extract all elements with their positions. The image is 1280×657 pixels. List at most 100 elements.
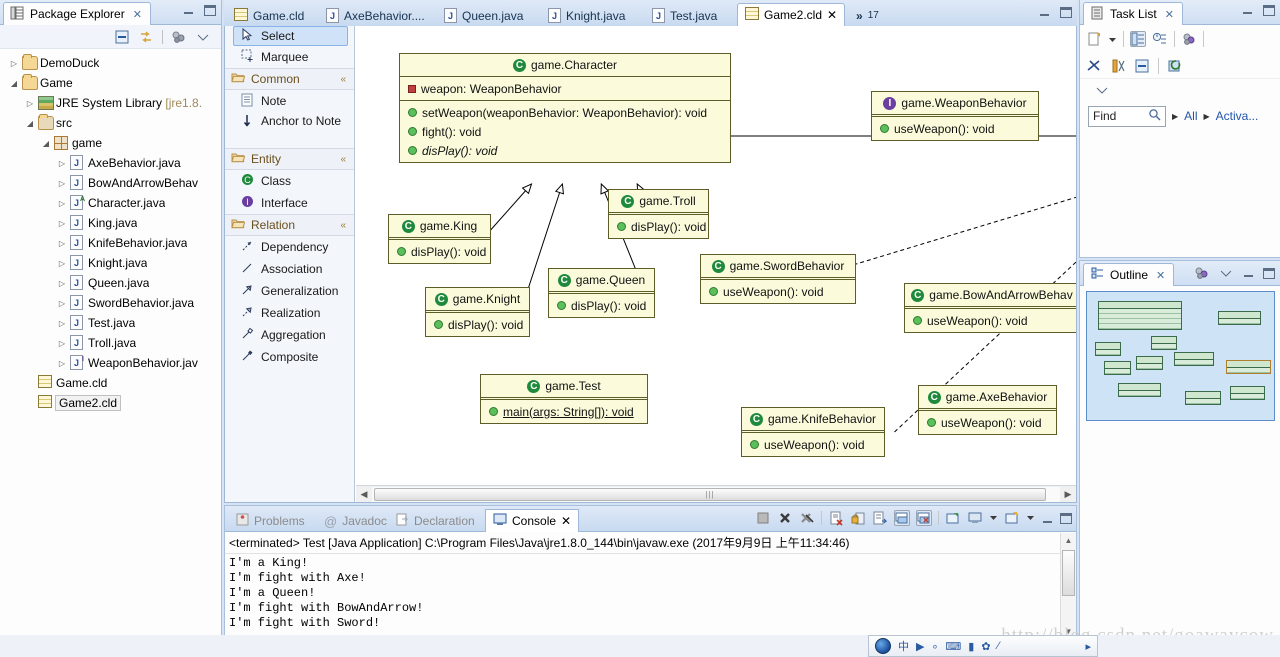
- close-icon[interactable]: ✕: [1165, 8, 1174, 21]
- uml-class-swordbehavior[interactable]: Cgame.SwordBehavior useWeapon(): void: [700, 254, 856, 304]
- palette-item-anchor-to-note[interactable]: Anchor to Note: [225, 112, 354, 148]
- palette-item-generalization[interactable]: Generalization: [225, 280, 354, 302]
- filter-activate-triangle-icon[interactable]: ▶: [1204, 112, 1210, 121]
- uml-class-troll[interactable]: Cgame.Troll disPlay(): void: [608, 189, 709, 239]
- scroll-right-arrow-icon[interactable]: ▶: [1060, 489, 1076, 500]
- editor-tab[interactable]: Game2.cld ✕: [737, 3, 845, 26]
- maximize-icon[interactable]: [204, 5, 216, 16]
- console-tab-console[interactable]: Console ✕: [485, 509, 580, 532]
- filter-tasks-icon[interactable]: [1110, 58, 1126, 74]
- close-icon[interactable]: ✕: [827, 8, 837, 22]
- minimize-icon[interactable]: [182, 4, 195, 17]
- close-icon[interactable]: ✕: [133, 8, 142, 21]
- tree-item[interactable]: ▷ King.java: [0, 213, 221, 233]
- remove-launch-icon[interactable]: [777, 510, 793, 526]
- display-selected-console-icon[interactable]: [967, 510, 983, 526]
- tree-item[interactable]: ◢ Game: [0, 73, 221, 93]
- expand-arrow-icon[interactable]: ◢: [38, 139, 54, 148]
- console-tab-declaration[interactable]: Declaration: [389, 510, 482, 532]
- editor-tab[interactable]: Knight.java: [541, 5, 645, 26]
- expand-arrow-icon[interactable]: ▷: [54, 339, 70, 348]
- search-icon[interactable]: [1148, 108, 1161, 124]
- display-selected-console-chevron-icon[interactable]: [989, 510, 998, 526]
- palette-group-collapse-icon[interactable]: «: [340, 74, 346, 85]
- show-console-on-error-icon[interactable]: [916, 510, 932, 526]
- keyboard-icon[interactable]: ⌨: [945, 640, 961, 653]
- editor-tab[interactable]: Test.java: [645, 5, 737, 26]
- categorized-presentation-icon[interactable]: [1130, 31, 1146, 47]
- editor-tab[interactable]: Queen.java: [437, 5, 541, 26]
- minimize-icon[interactable]: [1241, 4, 1254, 17]
- tree-item[interactable]: ◢ game: [0, 133, 221, 153]
- palette-group-collapse-icon[interactable]: «: [340, 220, 346, 231]
- palette-item-composite[interactable]: Composite: [225, 346, 354, 368]
- minimize-icon[interactable]: [1041, 513, 1054, 526]
- uml-class-weaponbehavior[interactable]: Igame.WeaponBehavior useWeapon(): void: [871, 91, 1039, 141]
- uml-class-knight[interactable]: Cgame.Knight disPlay(): void: [425, 287, 530, 337]
- ime-toolbar[interactable]: 中 ▶ ∘ ⌨ ▮ ✿ ⁄ ▸: [868, 635, 1098, 657]
- expand-arrow-icon[interactable]: ▷: [54, 199, 70, 208]
- open-console-chevron-icon[interactable]: [1026, 510, 1035, 526]
- tree-item[interactable]: ▷ Knight.java: [0, 253, 221, 273]
- close-icon[interactable]: ✕: [561, 514, 571, 528]
- word-wrap-icon[interactable]: [872, 510, 888, 526]
- punctuation-icon[interactable]: ▮: [968, 640, 974, 653]
- vscroll-thumb[interactable]: [1062, 550, 1075, 596]
- ime-expand-chevron-icon[interactable]: ▸: [1085, 640, 1091, 653]
- hscroll-track[interactable]: |||: [372, 486, 1060, 502]
- tree-item[interactable]: ▷ AxeBehavior.java: [0, 153, 221, 173]
- palette-group-entity[interactable]: Entity «: [225, 148, 354, 170]
- view-chevron-icon[interactable]: [195, 29, 211, 45]
- halfwidth-icon[interactable]: ∘: [931, 640, 938, 653]
- palette-item-note[interactable]: Note: [225, 90, 354, 112]
- uml-class-bowandarrowbehavior[interactable]: Cgame.BowAndArrowBehav useWeapon(): void: [904, 283, 1076, 333]
- expand-arrow-icon[interactable]: ▷: [54, 299, 70, 308]
- editor-tab[interactable]: AxeBehavior....: [319, 5, 437, 26]
- maximize-icon[interactable]: [1060, 7, 1072, 18]
- console-tab-javadoc[interactable]: @ Javadoc: [317, 510, 394, 532]
- collapse-all-icon[interactable]: [114, 29, 130, 45]
- tab-outline[interactable]: Outline ✕: [1083, 263, 1175, 286]
- expand-arrow-icon[interactable]: ▷: [54, 219, 70, 228]
- outline-thumbnail[interactable]: [1086, 291, 1275, 421]
- editor-tab-overflow[interactable]: » 17: [849, 5, 886, 26]
- palette-item-aggregation[interactable]: Aggregation: [225, 324, 354, 346]
- palette-item-interface[interactable]: I Interface: [225, 192, 354, 214]
- palette-tool-select[interactable]: Select: [233, 26, 348, 46]
- restore-tasks-icon[interactable]: [1167, 58, 1183, 74]
- scroll-lock-icon[interactable]: [850, 510, 866, 526]
- chinese-mode-icon[interactable]: 中: [898, 638, 909, 654]
- view-menu-chevron-icon[interactable]: [1094, 82, 1110, 98]
- tree-item[interactable]: ▷ SwordBehavior.java: [0, 293, 221, 313]
- open-console-icon[interactable]: [1004, 510, 1020, 526]
- palette-group-common[interactable]: Common «: [225, 68, 354, 90]
- tree-item[interactable]: ▷ Troll.java: [0, 333, 221, 353]
- new-task-chevron-icon[interactable]: [1108, 31, 1117, 47]
- uml-class-test[interactable]: Cgame.Test main(args: String[]): void: [480, 374, 648, 424]
- tree-item[interactable]: ▷ DemoDuck: [0, 53, 221, 73]
- remove-all-terminated-icon[interactable]: [799, 510, 815, 526]
- expand-arrow-icon[interactable]: ▷: [54, 319, 70, 328]
- palette-item-realization[interactable]: Realization: [225, 302, 354, 324]
- scroll-up-arrow-icon[interactable]: ▲: [1061, 533, 1076, 549]
- tree-item[interactable]: ▷ KnifeBehavior.java: [0, 233, 221, 253]
- tree-item[interactable]: ▷ BowAndArrowBehav: [0, 173, 221, 193]
- palette-item-association[interactable]: Association: [225, 258, 354, 280]
- terminate-icon[interactable]: [755, 510, 771, 526]
- expand-arrow-icon[interactable]: ◢: [22, 119, 38, 128]
- expand-arrow-icon[interactable]: ▷: [54, 239, 70, 248]
- tree-item[interactable]: ▷ Character.java: [0, 193, 221, 213]
- scheduled-presentation-icon[interactable]: [1152, 31, 1168, 47]
- new-task-icon[interactable]: [1086, 31, 1102, 47]
- view-menu-icon[interactable]: [171, 29, 187, 45]
- tree-item[interactable]: ◢ src: [0, 113, 221, 133]
- uml-class-axebehavior[interactable]: Cgame.AxeBehavior useWeapon(): void: [918, 385, 1057, 435]
- maximize-icon[interactable]: [1263, 268, 1275, 279]
- console-vscrollbar[interactable]: ▲ ▼: [1060, 533, 1076, 640]
- expand-arrow-icon[interactable]: ▷: [6, 59, 22, 68]
- hscroll-thumb[interactable]: |||: [374, 487, 1046, 501]
- maximize-icon[interactable]: [1060, 513, 1072, 524]
- find-input[interactable]: Find: [1088, 105, 1166, 127]
- pinyin-icon[interactable]: ▶: [916, 640, 924, 653]
- palette-group-relation[interactable]: Relation «: [225, 214, 354, 236]
